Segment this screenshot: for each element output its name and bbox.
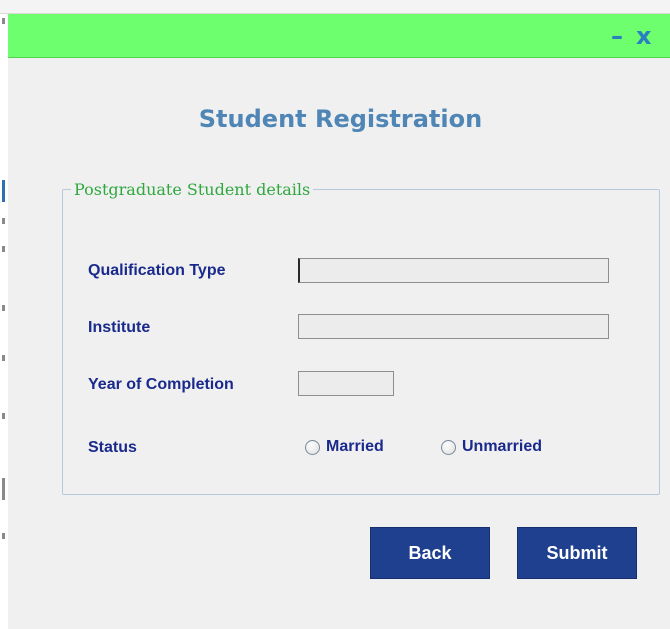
institute-input[interactable] [298,314,609,339]
unmarried-radio-button[interactable] [441,439,456,455]
radio-married[interactable]: Married [305,438,384,456]
background-artifact [2,413,5,419]
radio-unmarried[interactable]: Unmarried [441,438,542,456]
minimize-icon[interactable]: – [611,22,623,50]
registration-window: – x Student Registration Postgraduate St… [8,14,670,629]
institute-label: Institute [88,319,151,336]
background-artifact [2,18,5,24]
section-legend: Postgraduate Student details [71,180,314,199]
married-radio-button[interactable] [305,439,320,455]
background-window-edge [0,0,670,14]
year-of-completion-input[interactable] [298,371,394,396]
page-title: Student Registration [198,105,483,133]
background-artifact [2,246,5,252]
back-button[interactable]: Back [370,527,490,579]
background-artifact [2,355,5,361]
background-artifact [2,305,5,311]
year-of-completion-label: Year of Completion [88,376,234,393]
background-artifact [2,533,5,539]
unmarried-option-label[interactable]: Unmarried [462,438,542,456]
married-option-label[interactable]: Married [326,438,384,456]
background-artifact [2,218,5,224]
close-icon[interactable]: x [636,22,651,50]
background-artifact [2,180,5,202]
background-artifact [2,478,5,500]
qualification-type-label: Qualification Type [88,262,226,279]
title-bar[interactable]: – x [8,14,670,58]
submit-button[interactable]: Submit [517,527,637,579]
qualification-type-input[interactable] [298,258,609,283]
status-label: Status [88,439,137,456]
